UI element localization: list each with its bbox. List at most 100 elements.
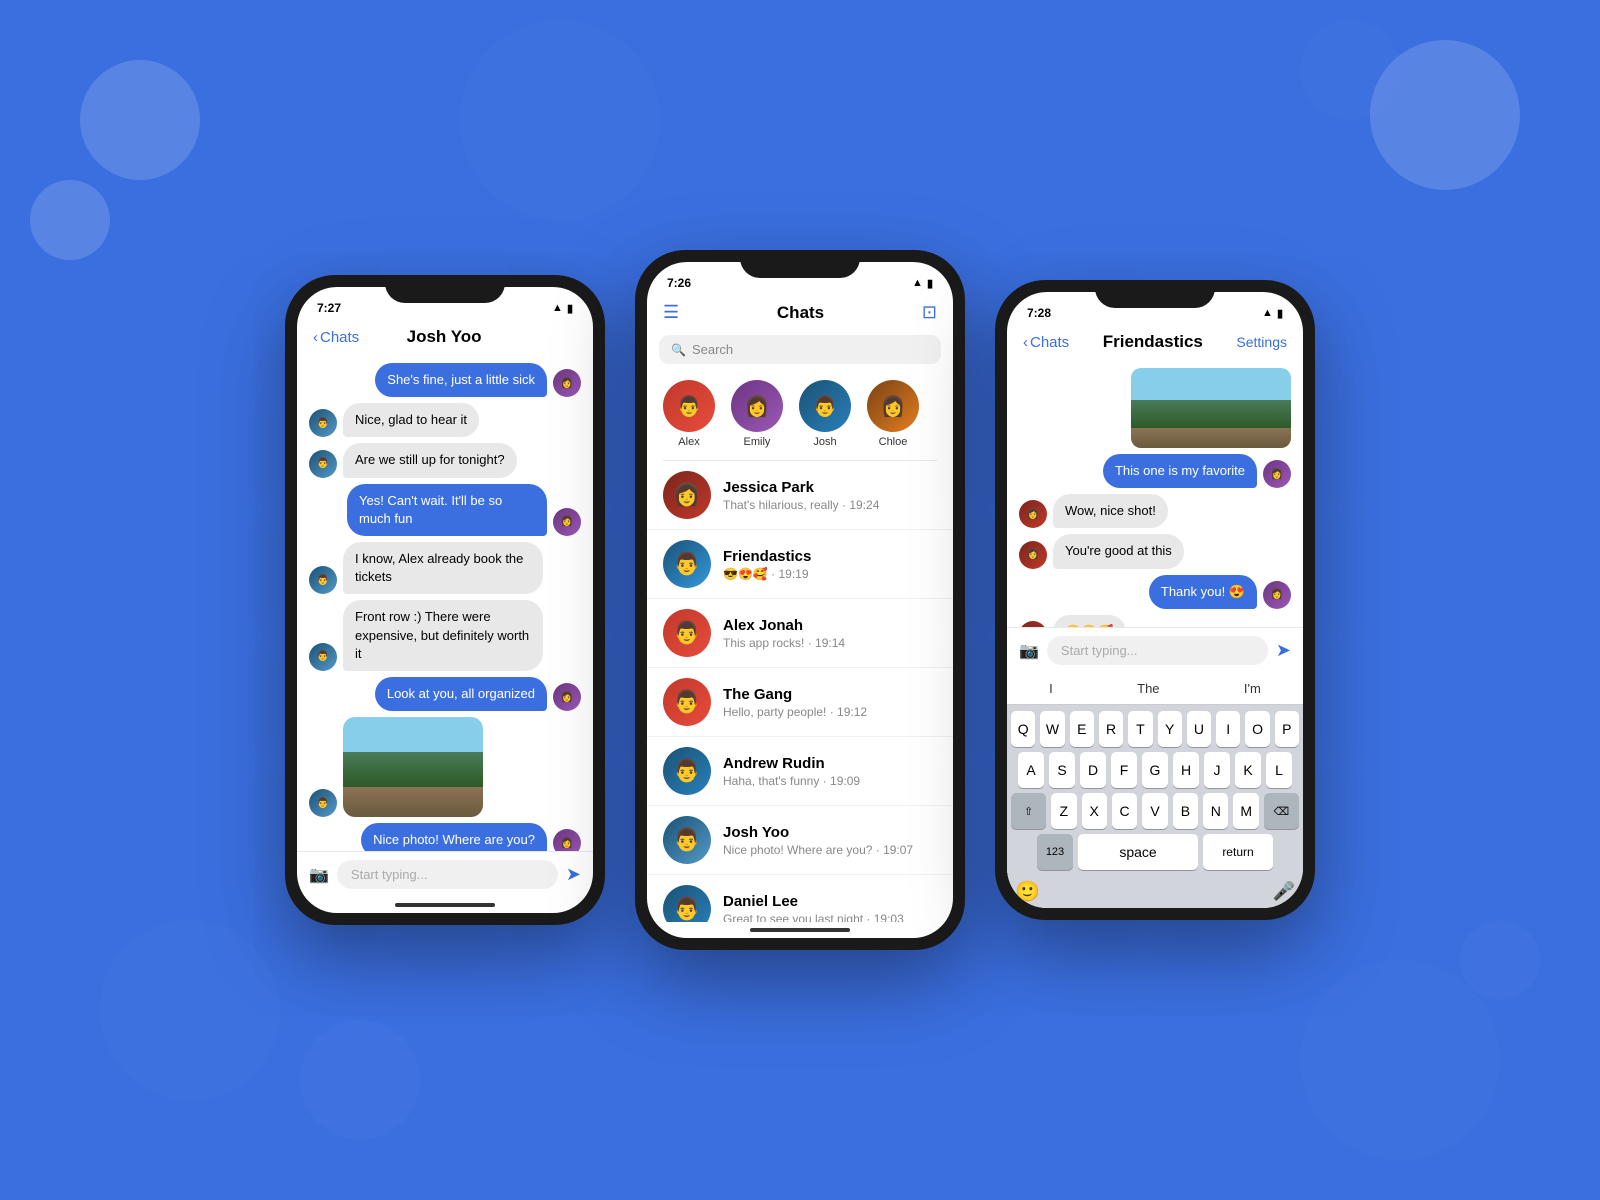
key-s[interactable]: S — [1049, 752, 1075, 788]
status-icons-left: ▲ ▮ — [552, 302, 573, 315]
msg-row: Look at you, all organized 👩 — [309, 677, 581, 711]
home-indicator-left — [395, 903, 495, 907]
status-icons-right: ▲ ▮ — [1262, 307, 1283, 320]
chat-list: 👩 Jessica Park That's hilarious, really … — [647, 461, 953, 922]
mic-icon[interactable]: 🎤 — [1273, 881, 1295, 902]
chat-list-item-joshyoo[interactable]: 👨 Josh Yoo Nice photo! Where are you? · … — [647, 806, 953, 875]
chat-list-item-andrew[interactable]: 👨 Andrew Rudin Haha, that's funny · 19:0… — [647, 737, 953, 806]
camera-icon-left[interactable]: 📷 — [309, 865, 329, 885]
chat-name-friendastics: Friendastics — [723, 548, 937, 565]
key-d[interactable]: D — [1080, 752, 1106, 788]
input-placeholder-right: Start typing... — [1061, 643, 1138, 658]
key-f[interactable]: F — [1111, 752, 1137, 788]
key-t[interactable]: T — [1128, 711, 1152, 747]
notch-center — [740, 250, 860, 278]
send-button-left[interactable]: ➤ — [566, 864, 581, 885]
bubble-sent: She's fine, just a little sick — [375, 363, 547, 397]
chat-preview-jessica: That's hilarious, really · 19:24 — [723, 498, 937, 512]
message-input-left[interactable]: Start typing... — [337, 860, 558, 889]
bubble-received: Are we still up for tonight? — [343, 443, 517, 477]
key-shift[interactable]: ⇧ — [1011, 793, 1046, 829]
back-button-left[interactable]: ‹ Chats — [313, 329, 359, 346]
phone-left: 7:27 ▲ ▮ ‹ Chats Josh Yoo — [285, 275, 605, 925]
msg-row: 👨 — [309, 717, 581, 817]
key-j[interactable]: J — [1204, 752, 1230, 788]
chat-list-item-daniel[interactable]: 👨 Daniel Lee Great to see you last night… — [647, 875, 953, 922]
camera-icon-right[interactable]: 📷 — [1019, 641, 1039, 661]
key-i[interactable]: I — [1216, 711, 1240, 747]
avatar-small: 👩 — [1263, 460, 1291, 488]
story-item-alex[interactable]: 👨 Alex — [663, 380, 715, 448]
chat-info-alexj: Alex Jonah This app rocks! · 19:14 — [723, 617, 937, 650]
time-left: 7:27 — [317, 301, 341, 315]
suggestion-1[interactable]: I — [1049, 681, 1053, 696]
chat-info-jessica: Jessica Park That's hilarious, really · … — [723, 479, 937, 512]
search-icon: 🔍 — [671, 343, 686, 357]
key-n[interactable]: N — [1203, 793, 1228, 829]
key-o[interactable]: O — [1245, 711, 1269, 747]
story-item-emily[interactable]: 👩 Emily — [731, 380, 783, 448]
key-z[interactable]: Z — [1051, 793, 1076, 829]
phone-center-inner: 7:26 ▲ ▮ ☰ Chats ⊡ 🔍 Search — [647, 262, 953, 938]
home-indicator-center — [750, 928, 850, 932]
key-u[interactable]: U — [1187, 711, 1211, 747]
chat-list-item-jessica[interactable]: 👩 Jessica Park That's hilarious, really … — [647, 461, 953, 530]
bubble-received: Front row :) There were expensive, but d… — [343, 600, 543, 671]
key-p[interactable]: P — [1275, 711, 1299, 747]
chat-avatar-daniel: 👨 — [663, 885, 711, 922]
menu-icon[interactable]: ☰ — [663, 302, 679, 323]
story-avatar-josh: 👨 — [799, 380, 851, 432]
search-bar[interactable]: 🔍 Search — [659, 335, 941, 364]
bubble-received: You're good at this — [1053, 534, 1184, 568]
send-button-right[interactable]: ➤ — [1276, 640, 1291, 661]
settings-button-right[interactable]: Settings — [1236, 334, 1287, 350]
story-item-josh[interactable]: 👨 Josh — [799, 380, 851, 448]
chat-name-jessica: Jessica Park — [723, 479, 937, 496]
chat-info-gang: The Gang Hello, party people! · 19:12 — [723, 686, 937, 719]
key-return[interactable]: return — [1203, 834, 1273, 870]
compose-icon[interactable]: ⊡ — [922, 302, 937, 323]
suggestion-2[interactable]: The — [1137, 681, 1159, 696]
messages-area-left: She's fine, just a little sick 👩 👨 Nice,… — [297, 355, 593, 851]
emoji-key[interactable]: 🙂 — [1015, 879, 1040, 904]
group-image-sent — [1131, 368, 1291, 448]
back-button-right[interactable]: ‹ Chats — [1023, 334, 1069, 351]
key-q[interactable]: Q — [1011, 711, 1035, 747]
chat-avatar-jessica: 👩 — [663, 471, 711, 519]
key-g[interactable]: G — [1142, 752, 1168, 788]
phone-left-inner: 7:27 ▲ ▮ ‹ Chats Josh Yoo — [297, 287, 593, 913]
key-c[interactable]: C — [1112, 793, 1137, 829]
key-x[interactable]: X — [1082, 793, 1107, 829]
suggestion-3[interactable]: I'm — [1244, 681, 1261, 696]
chat-info-joshyoo: Josh Yoo Nice photo! Where are you? · 19… — [723, 824, 937, 857]
key-w[interactable]: W — [1040, 711, 1064, 747]
chat-avatar-friendastics: 👨 — [663, 540, 711, 588]
msg-row: 👩 You're good at this — [1019, 534, 1291, 568]
key-r[interactable]: R — [1099, 711, 1123, 747]
key-a[interactable]: A — [1018, 752, 1044, 788]
chat-list-item-gang[interactable]: 👨 The Gang Hello, party people! · 19:12 — [647, 668, 953, 737]
story-item-chloe[interactable]: 👩 Chloe — [867, 380, 919, 448]
chat-screen-left: She's fine, just a little sick 👩 👨 Nice,… — [297, 355, 593, 913]
avatar-small: 👩 — [553, 683, 581, 711]
nav-title-center: Chats — [777, 303, 824, 323]
key-space[interactable]: space — [1078, 834, 1198, 870]
key-b[interactable]: B — [1173, 793, 1198, 829]
key-backspace[interactable]: ⌫ — [1264, 793, 1299, 829]
nav-title-left: Josh Yoo — [407, 327, 482, 347]
key-y[interactable]: Y — [1158, 711, 1182, 747]
chat-list-item-alexj[interactable]: 👨 Alex Jonah This app rocks! · 19:14 — [647, 599, 953, 668]
key-e[interactable]: E — [1070, 711, 1094, 747]
bubble-sent: Yes! Can't wait. It'll be so much fun — [347, 484, 547, 536]
key-123[interactable]: 123 — [1037, 834, 1073, 870]
chat-list-item-friendastics[interactable]: 👨 Friendastics 😎😍🥰 · 19:19 — [647, 530, 953, 599]
message-input-right[interactable]: Start typing... — [1047, 636, 1268, 665]
input-bar-left: 📷 Start typing... ➤ — [297, 851, 593, 897]
key-l[interactable]: L — [1266, 752, 1292, 788]
key-h[interactable]: H — [1173, 752, 1199, 788]
avatar-small: 👩 — [1019, 541, 1047, 569]
key-v[interactable]: V — [1142, 793, 1167, 829]
key-m[interactable]: M — [1233, 793, 1258, 829]
key-k[interactable]: K — [1235, 752, 1261, 788]
messages-area-right: This one is my favorite 👩 👩 Wow, nice sh… — [1007, 360, 1303, 627]
